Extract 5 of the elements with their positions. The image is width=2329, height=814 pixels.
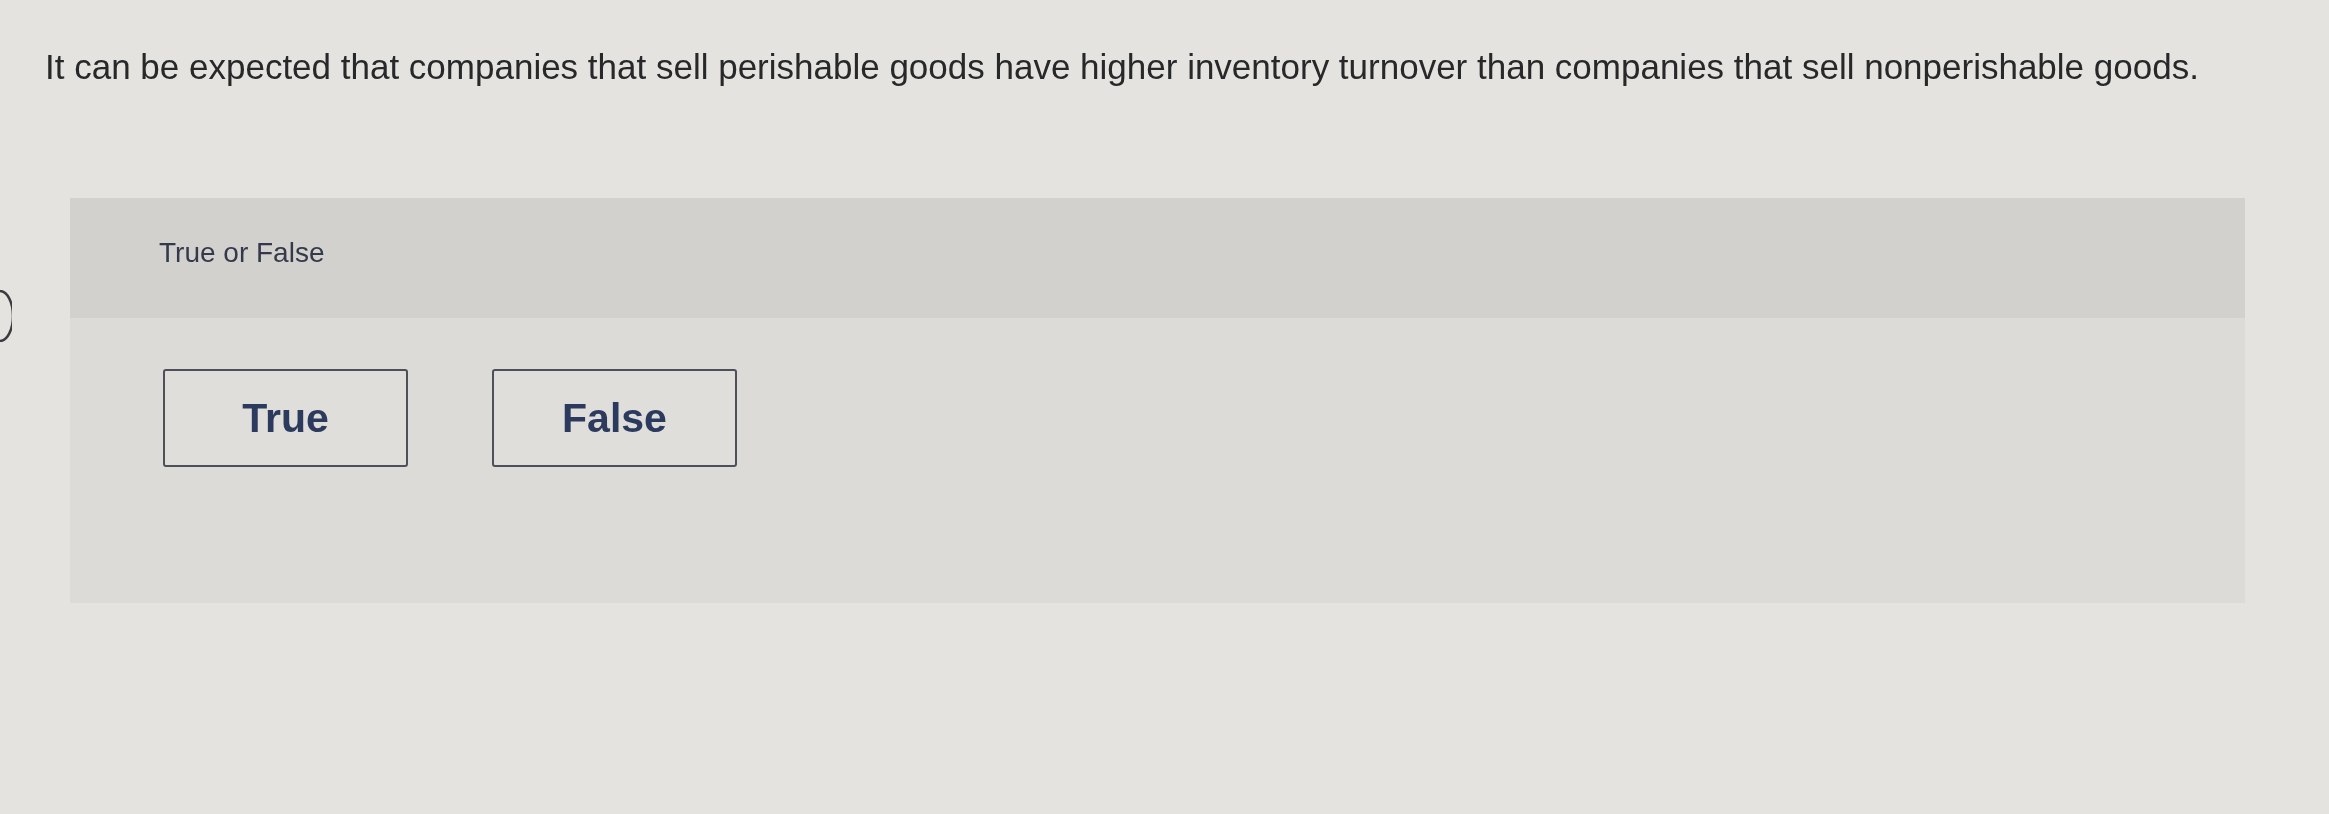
answer-option-button[interactable]: True [163,369,408,467]
question-type-label: True or False [159,236,325,270]
answer-option-button[interactable]: False [492,369,737,467]
question-text: It can be expected that companies that sell perishable goods have higher inventory turnover than companies that sell nonperishable goods. [45,46,2199,88]
circle-edge-icon[interactable] [0,290,12,342]
